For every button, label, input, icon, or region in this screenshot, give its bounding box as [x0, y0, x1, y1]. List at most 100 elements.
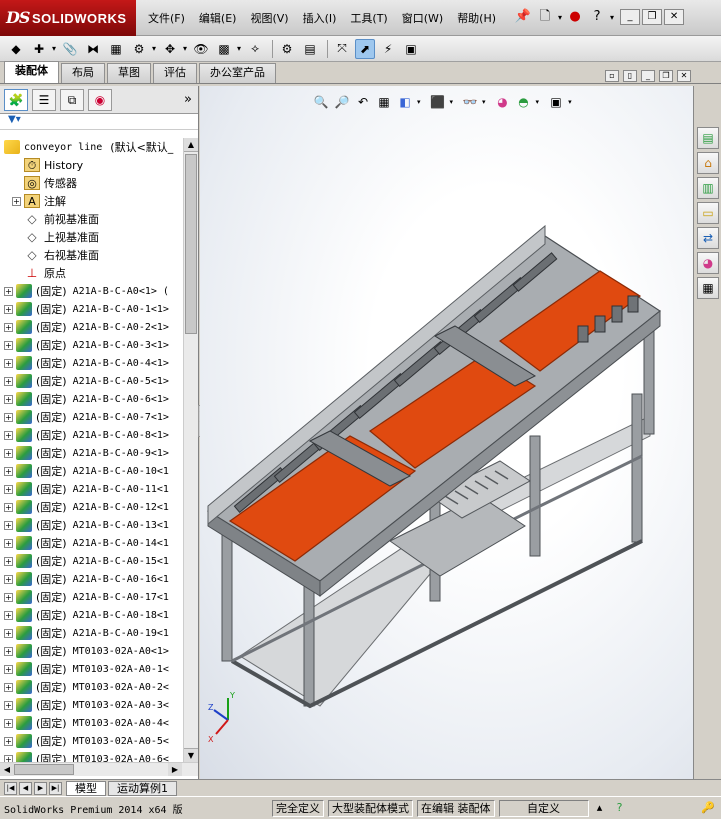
cm-tab-1[interactable]: 布局: [61, 63, 105, 83]
scroll-down-icon[interactable]: ▼: [184, 748, 198, 762]
tree-component[interactable]: + (固定) A21A-B-C-A0-4<1>: [0, 354, 183, 372]
tree-component[interactable]: + (固定) MT0103-02A-A0-2<: [0, 678, 183, 696]
expand-icon[interactable]: +: [4, 466, 13, 476]
chevron-down-icon[interactable]: ▾: [183, 44, 187, 53]
chevron-down-icon[interactable]: ▾: [237, 44, 241, 53]
tree-component[interactable]: + (固定) A21A-B-C-A0-13<1: [0, 516, 183, 534]
rebuild-icon[interactable]: 🔑: [701, 801, 715, 815]
scroll-up-icon[interactable]: ▲: [184, 138, 198, 152]
view-palette-icon[interactable]: ⇄: [697, 227, 719, 249]
paperclip-icon[interactable]: 📎: [60, 39, 80, 59]
instant3d-icon[interactable]: ⬈: [355, 38, 376, 59]
chevron-down-icon[interactable]: ▾: [558, 13, 562, 22]
tree-component[interactable]: + (固定) A21A-B-C-A0-6<1>: [0, 390, 183, 408]
expand-icon[interactable]: +: [4, 412, 13, 422]
tree-item[interactable]: ◇ 前视基准面: [0, 210, 183, 228]
minimize-doc-icon[interactable]: _: [641, 70, 655, 82]
reference-geometry-icon[interactable]: ⟡: [245, 39, 265, 59]
file-explorer-icon[interactable]: ▥: [697, 177, 719, 199]
expand-icon[interactable]: +: [4, 700, 13, 710]
tree-horizontal-scrollbar[interactable]: ◀ ▶: [0, 762, 198, 776]
expand-icon[interactable]: +: [4, 286, 13, 296]
tree-item[interactable]: ◇ 右视基准面: [0, 246, 183, 264]
cm-tab-4[interactable]: 办公室产品: [199, 63, 276, 83]
tree-item[interactable]: ⊥ 原点: [0, 264, 183, 282]
custom-properties-icon[interactable]: ▦: [697, 277, 719, 299]
pin-icon[interactable]: 📌: [514, 8, 532, 26]
tree-component[interactable]: + (固定) A21A-B-C-A0-3<1>: [0, 336, 183, 354]
menu-item-3[interactable]: 插入(I): [303, 10, 337, 26]
status-units[interactable]: 自定义: [498, 799, 589, 817]
appearances-icon[interactable]: ◕: [697, 252, 719, 274]
chevron-down-icon[interactable]: ▾: [610, 13, 614, 22]
expand-icon[interactable]: +: [4, 376, 13, 386]
assembly-insert-icon[interactable]: ✚: [29, 39, 49, 59]
expand-icon[interactable]: +: [4, 610, 13, 620]
graphics-area[interactable]: 🔍 🔎 ↶ ▦ ◧ ▾ ⬛ ▾ 👓 ▾ ◕ ◓ ▾ ▣ ▾: [200, 86, 693, 779]
cm-tab-2[interactable]: 草图: [107, 63, 151, 83]
mate-icon[interactable]: ⧓: [83, 39, 103, 59]
tree-item[interactable]: ◇ 上视基准面: [0, 228, 183, 246]
model-tab-1[interactable]: 运动算例1: [108, 780, 177, 796]
expand-icon[interactable]: +: [4, 664, 13, 674]
tree-component[interactable]: + (固定) A21A-B-C-A0-7<1>: [0, 408, 183, 426]
first-tab-icon[interactable]: |◀: [4, 781, 17, 795]
close-doc-icon[interactable]: ✕: [677, 70, 691, 82]
minimize-icon[interactable]: _: [620, 9, 641, 25]
tree-component[interactable]: + (固定) A21A-B-C-A0-8<1>: [0, 426, 183, 444]
tree-component[interactable]: + (固定) A21A-B-C-A0-19<1: [0, 624, 183, 642]
quick-tips-icon[interactable]: ?: [613, 801, 627, 815]
part-icon[interactable]: ◆: [6, 39, 26, 59]
bill-of-materials-icon[interactable]: ▤: [300, 39, 320, 59]
traffic-light-icon[interactable]: ●: [566, 8, 584, 26]
tree-component[interactable]: + (固定) MT0103-02A-A0-5<: [0, 732, 183, 750]
tree-item[interactable]: ⏱ History: [0, 156, 183, 174]
tree-component[interactable]: + (固定) MT0103-02A-A0<1>: [0, 642, 183, 660]
expand-icon[interactable]: +: [4, 304, 13, 314]
restore-doc-icon[interactable]: ❐: [659, 70, 673, 82]
tree-component[interactable]: + (固定) A21A-B-C-A0-15<1: [0, 552, 183, 570]
tree-component[interactable]: + (固定) MT0103-02A-A0-1<: [0, 660, 183, 678]
hscroll-thumb[interactable]: [14, 764, 74, 775]
more-tabs-icon[interactable]: »: [184, 92, 192, 107]
tree-component[interactable]: + (固定) A21A-B-C-A0-17<1: [0, 588, 183, 606]
last-tab-icon[interactable]: ▶|: [49, 781, 62, 795]
solidworks-logo[interactable]: DS SOLIDWORKS: [0, 0, 136, 36]
tree-component[interactable]: + (固定) A21A-B-C-A0-5<1>: [0, 372, 183, 390]
tree-component[interactable]: + (固定) A21A-B-C-A0-10<1: [0, 462, 183, 480]
tree-component[interactable]: + (固定) A21A-B-C-A0-9<1>: [0, 444, 183, 462]
tree-component[interactable]: + (固定) A21A-B-C-A0-14<1: [0, 534, 183, 552]
expand-icon[interactable]: +: [4, 646, 13, 656]
design-library-icon[interactable]: ⌂: [697, 152, 719, 174]
assembly-features-icon[interactable]: ▩: [214, 39, 234, 59]
expand-icon[interactable]: +: [4, 556, 13, 566]
tile-icon[interactable]: ▫: [605, 70, 619, 82]
tree-component[interactable]: + (固定) A21A-B-C-A0-2<1>: [0, 318, 183, 336]
expand-icon[interactable]: +: [4, 430, 13, 440]
model-tab-0[interactable]: 模型: [66, 780, 106, 796]
tree-root-assembly[interactable]: conveyor line (默认<默认_: [0, 138, 183, 156]
tree-item[interactable]: ◎ 传感器: [0, 174, 183, 192]
menu-item-0[interactable]: 文件(F): [148, 10, 185, 26]
tree-component[interactable]: + (固定) MT0103-02A-A0-4<: [0, 714, 183, 732]
chevron-down-icon[interactable]: ▾: [52, 44, 56, 53]
scroll-right-icon[interactable]: ▶: [168, 763, 182, 776]
menu-item-2[interactable]: 视图(V): [250, 10, 288, 26]
conveyor-model-view[interactable]: [200, 86, 693, 779]
menu-item-6[interactable]: 帮助(H): [457, 10, 496, 26]
feature-manager-icon[interactable]: 🧩: [4, 88, 28, 111]
move-component-icon[interactable]: ✥: [160, 39, 180, 59]
solidworks-resources-icon[interactable]: ▤: [697, 127, 719, 149]
expand-icon[interactable]: +: [4, 592, 13, 602]
expand-icon[interactable]: +: [4, 754, 13, 762]
tree-component[interactable]: + (固定) A21A-B-C-A0-18<1: [0, 606, 183, 624]
menu-item-5[interactable]: 窗口(W): [402, 10, 443, 26]
scroll-left-icon[interactable]: ◀: [0, 763, 14, 776]
scroll-thumb[interactable]: [185, 154, 197, 334]
prev-tab-icon[interactable]: ◀: [19, 781, 32, 795]
cm-tab-3[interactable]: 评估: [153, 63, 197, 83]
tree-component[interactable]: + (固定) A21A-B-C-A0<1> (: [0, 282, 183, 300]
tree-component[interactable]: + (固定) A21A-B-C-A0-11<1: [0, 480, 183, 498]
expand-icon[interactable]: +: [4, 394, 13, 404]
tree-vertical-scrollbar[interactable]: ▲ ▼: [183, 138, 198, 762]
